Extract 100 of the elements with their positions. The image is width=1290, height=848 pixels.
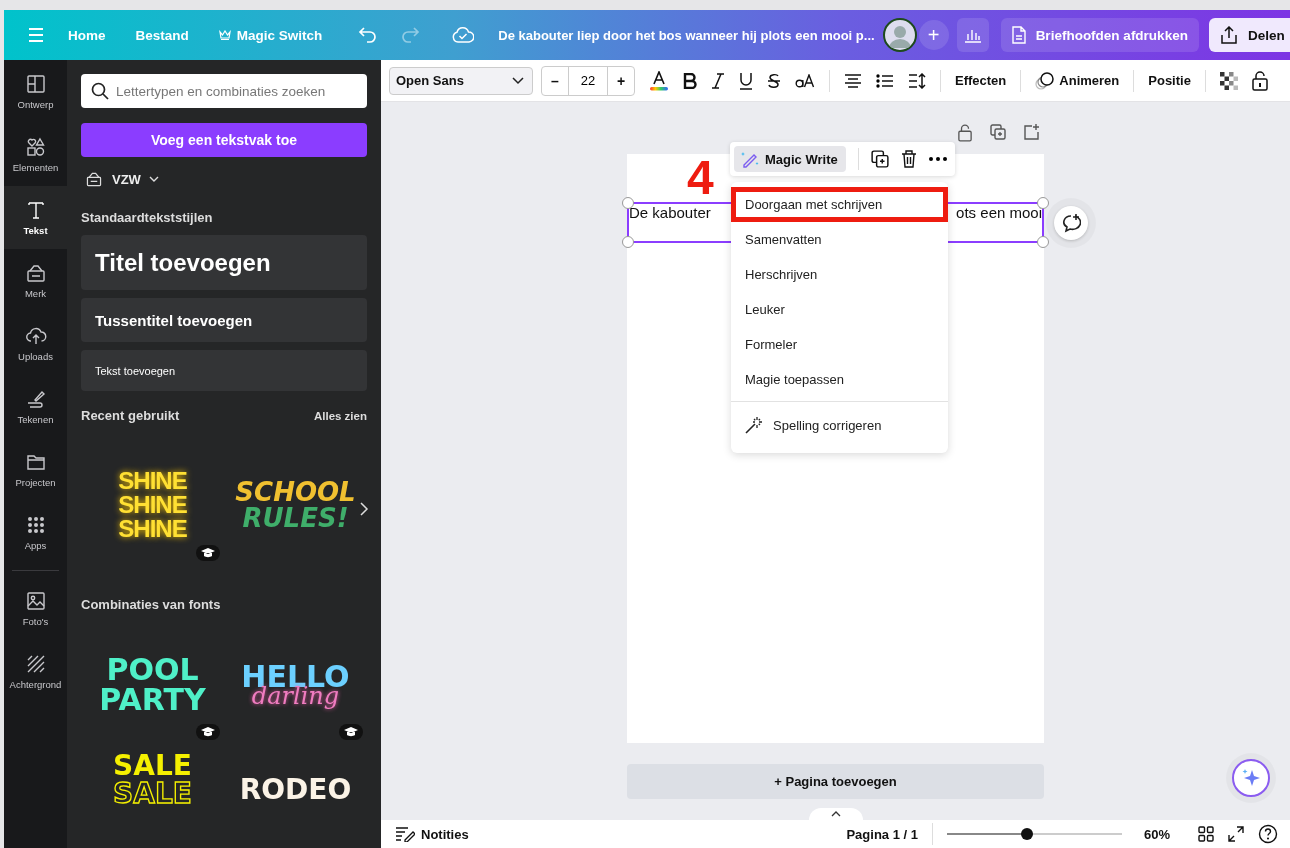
rail-tab[interactable]: Ontwerp (4, 60, 67, 123)
font-combination-preview[interactable]: HELLO darling (224, 626, 367, 744)
lock-icon[interactable] (1251, 70, 1268, 91)
font-dropdown[interactable]: Open Sans (389, 66, 533, 95)
transparency-icon[interactable] (1219, 71, 1238, 90)
caret-up-icon (830, 811, 841, 817)
grid-view-icon[interactable] (1198, 826, 1214, 842)
underline-icon[interactable] (739, 71, 753, 90)
add-textbox-button[interactable]: Voeg een tekstvak toe (81, 123, 367, 157)
caret-icon (148, 175, 159, 183)
font-combination-preview[interactable]: RODEO (224, 752, 367, 808)
see-all-link[interactable]: Alles zien (313, 409, 367, 422)
insights-button[interactable] (956, 18, 989, 52)
text-content: De kabouter (629, 204, 711, 222)
rail-icon (24, 590, 47, 612)
menu-item[interactable]: Leuker (731, 292, 948, 327)
line-spacing-icon[interactable] (908, 72, 926, 89)
rail-tab[interactable]: Uploads (4, 312, 67, 375)
more-icon[interactable] (928, 157, 947, 161)
rail-tab[interactable]: Achtergrond (4, 640, 67, 703)
zoom-percentage[interactable]: 60% (1143, 826, 1170, 842)
brand-kit-icon (84, 170, 104, 188)
circles-icon (1035, 71, 1056, 90)
cloud-check-icon[interactable] (452, 27, 475, 43)
undo-icon[interactable] (358, 27, 379, 43)
position-button[interactable]: Positie (1148, 73, 1191, 88)
menu-item[interactable]: Magie toepassen (731, 362, 948, 397)
duplicate-icon[interactable] (870, 150, 889, 168)
text-style-option[interactable]: Tussentitel toevoegen (81, 298, 367, 342)
comment-plus-icon (1061, 213, 1081, 233)
lock-icon[interactable] (958, 124, 972, 142)
text-color-icon[interactable] (649, 70, 669, 91)
design-title[interactable]: De kabouter liep door het bos wanneer hij plots een mooi p... (498, 27, 875, 43)
bullet-list-icon[interactable] (876, 73, 894, 88)
text-style-option[interactable]: Titel toevoegen (81, 235, 367, 290)
menu-item[interactable]: Formeler (731, 327, 948, 362)
align-center-icon[interactable] (844, 73, 862, 88)
section-heading: Recent gebruikt (81, 408, 180, 423)
magic-write-button[interactable]: Magic Write (734, 146, 846, 172)
trash-icon[interactable] (900, 150, 917, 168)
strikethrough-icon[interactable] (767, 72, 781, 89)
expand-pages-handle[interactable] (808, 808, 863, 820)
help-icon[interactable] (1258, 824, 1278, 844)
increase-size-button[interactable]: + (608, 66, 634, 95)
magic-pen-icon (740, 150, 760, 168)
letter-case-icon[interactable] (795, 73, 815, 88)
menu-item[interactable]: Doorgaan met schrijven (731, 187, 948, 222)
fullscreen-icon[interactable] (1228, 826, 1244, 842)
menu-item[interactable]: Samenvatten (731, 222, 948, 257)
add-comment-button[interactable] (1054, 206, 1088, 240)
effects-button[interactable]: Effecten (955, 73, 1007, 88)
share-button[interactable]: Delen (1208, 18, 1290, 52)
section-heading: Combinaties van fonts (81, 597, 222, 612)
sparkle-assistant-button[interactable] (1232, 759, 1270, 797)
notes-button[interactable]: Notities (395, 826, 469, 842)
bold-icon[interactable] (683, 72, 697, 89)
italic-icon[interactable] (711, 72, 725, 89)
add-page-icon[interactable] (1024, 124, 1040, 140)
font-combination-preview[interactable]: POOL PARTY (81, 626, 224, 744)
avatar[interactable] (882, 18, 917, 52)
add-collaborator-button[interactable]: + (918, 20, 949, 50)
rail-tab[interactable]: Tekenen (4, 375, 67, 438)
share-icon (1219, 26, 1238, 44)
rail-tab[interactable]: Tekst (4, 186, 67, 249)
document-icon (1011, 26, 1026, 44)
search-field[interactable]: Lettertypen en combinaties zoeken (81, 74, 367, 108)
resize-handle[interactable] (1037, 197, 1049, 209)
add-page-button[interactable]: + Pagina toevoegen (627, 764, 1044, 799)
duplicate-page-icon[interactable] (990, 124, 1006, 140)
print-button[interactable]: Briefhoofden afdrukken (1000, 18, 1199, 52)
rail-icon (24, 73, 47, 95)
font-combination-preview[interactable]: SALE SALE (81, 752, 224, 808)
magic-wand-icon (745, 416, 763, 434)
crown-icon (218, 29, 231, 41)
rail-tab[interactable]: Merk (4, 249, 67, 312)
resize-handle[interactable] (622, 197, 634, 209)
font-combination-preview[interactable]: SCHOOL RULES! (224, 445, 367, 565)
menu-item[interactable]: Spelling corrigeren (731, 402, 948, 448)
rail-icon (24, 262, 47, 284)
brand-kit-dropdown[interactable]: VZW (84, 170, 159, 188)
text-content: ots een mooi (956, 204, 1042, 222)
chevron-right-icon[interactable] (359, 501, 369, 517)
rail-icon (24, 136, 47, 158)
rail-tab[interactable]: Elementen (4, 123, 67, 186)
slider-thumb[interactable] (1021, 828, 1034, 840)
resize-handle[interactable] (622, 236, 634, 248)
zoom-slider[interactable] (946, 828, 1122, 840)
notes-icon (395, 826, 415, 842)
resize-handle[interactable] (1037, 236, 1049, 248)
animate-button[interactable]: Animeren (1035, 71, 1120, 90)
caret-icon (512, 76, 524, 85)
font-size-field[interactable]: 22 (568, 66, 608, 95)
page-indicator[interactable]: Pagina 1 / 1 (846, 826, 918, 842)
rail-tab[interactable]: Foto's (4, 577, 67, 640)
menu-item[interactable]: Herschrijven (731, 257, 948, 292)
font-combination-preview[interactable]: SHINE SHINE SHINE (81, 445, 224, 565)
rail-tab[interactable]: Apps (4, 501, 67, 564)
rail-tab[interactable]: Projecten (4, 438, 67, 501)
text-style-option[interactable]: Tekst toevoegen (81, 350, 367, 391)
decrease-size-button[interactable]: – (542, 66, 568, 95)
